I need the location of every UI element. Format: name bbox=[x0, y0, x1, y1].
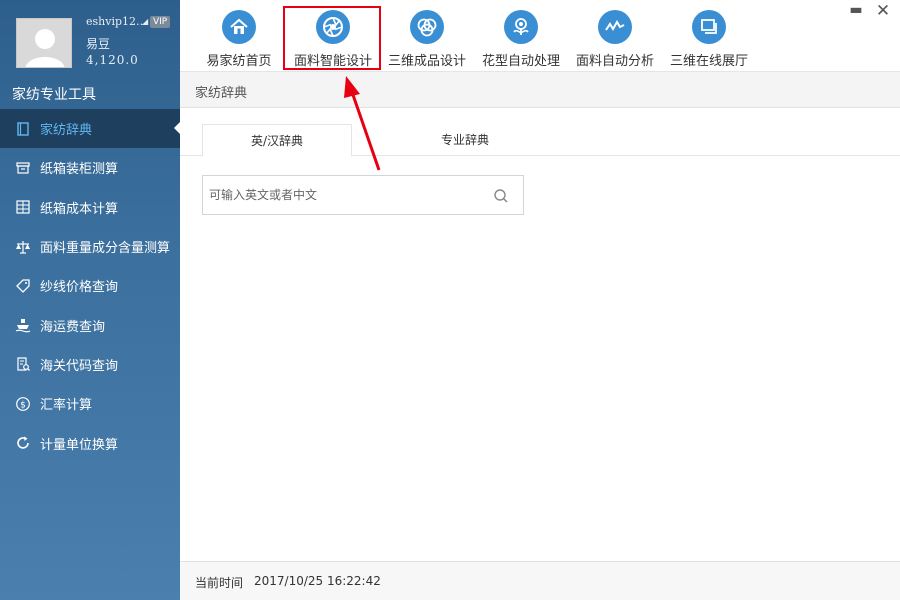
vip-badge: VIP bbox=[150, 16, 171, 28]
toolbar-item-home[interactable]: 易家纺首页 bbox=[202, 0, 276, 72]
sidebar-item-label: 计量单位换算 bbox=[40, 437, 119, 453]
sidebar-item-carton-container[interactable]: 纸箱装柜测算 bbox=[0, 148, 180, 187]
minimize-button[interactable]: ▬ bbox=[848, 2, 864, 18]
sidebar-item-label: 面料重量成分含量测算 bbox=[40, 241, 171, 257]
user-silhouette-icon bbox=[17, 19, 71, 67]
chevron-down-icon[interactable]: ◢ bbox=[142, 17, 148, 26]
flower-icon bbox=[504, 10, 538, 44]
points-value: 4,120.0 bbox=[86, 53, 139, 67]
home-icon bbox=[222, 10, 256, 44]
toolbar-item-label: 三维在线展厅 bbox=[669, 54, 748, 69]
sidebar-item-label: 家纺辞典 bbox=[40, 123, 93, 139]
document-search-icon bbox=[14, 356, 32, 372]
status-bar: 当前时间 2017/10/25 16:22:42 bbox=[180, 561, 900, 600]
toolbar-item-label: 花型自动处理 bbox=[481, 54, 560, 69]
sidebar-item-label: 海运费查询 bbox=[40, 319, 106, 335]
tab-en-cn-dictionary[interactable]: 英/汉辞典 bbox=[202, 124, 352, 157]
sidebar-item-shipping-fee[interactable]: 海运费查询 bbox=[0, 305, 180, 344]
toolbar-item-fabric-analysis[interactable]: 面料自动分析 bbox=[573, 0, 657, 72]
sidebar-item-label: 纸箱成本计算 bbox=[40, 201, 119, 217]
points-label: 易豆 bbox=[86, 37, 111, 51]
toolbar-item-label: 面料自动分析 bbox=[575, 54, 654, 69]
sidebar-item-label: 汇率计算 bbox=[40, 398, 93, 414]
tab-professional-dictionary[interactable]: 专业辞典 bbox=[390, 124, 540, 156]
sidebar-item-unit-conversion[interactable]: 计量单位换算 bbox=[0, 423, 180, 462]
avatar[interactable] bbox=[16, 18, 72, 68]
sidebar-item-label: 纱线价格查询 bbox=[40, 280, 119, 296]
ship-icon bbox=[14, 317, 32, 333]
dollar-icon: $ bbox=[14, 396, 32, 412]
gallery-icon bbox=[692, 10, 726, 44]
user-profile: eshvip12… ◢ VIP 易豆 4,120.0 bbox=[0, 0, 180, 80]
close-button[interactable]: ✕ bbox=[874, 2, 892, 20]
rings-icon bbox=[410, 10, 444, 44]
section-title: 家纺辞典 bbox=[195, 86, 248, 101]
sidebar-item-fabric-weight[interactable]: 面料重量成分含量测算 bbox=[0, 227, 180, 266]
current-time-value: 2017/10/25 16:22:42 bbox=[254, 574, 381, 588]
refresh-icon bbox=[14, 435, 32, 451]
search-box bbox=[202, 175, 524, 215]
search-input[interactable] bbox=[209, 176, 479, 214]
box-icon bbox=[14, 160, 32, 176]
top-toolbar: 易家纺首页 面料智能设计 三维成品设计 花型自动处理 面料自动分析 三维在线展厅 bbox=[180, 0, 900, 72]
svg-text:$: $ bbox=[20, 400, 26, 410]
tag-icon bbox=[14, 278, 32, 294]
username[interactable]: eshvip12… bbox=[86, 15, 147, 28]
sidebar-item-exchange-rate[interactable]: $ 汇率计算 bbox=[0, 384, 180, 423]
toolbar-item-pattern-process[interactable]: 花型自动处理 bbox=[479, 0, 563, 72]
sidebar-title: 家纺专业工具 bbox=[12, 87, 96, 103]
toolbar-item-fabric-design[interactable]: 面料智能设计 bbox=[291, 0, 375, 72]
aperture-icon bbox=[316, 10, 350, 44]
section-header: 家纺辞典 bbox=[180, 72, 900, 108]
book-icon bbox=[14, 121, 32, 137]
sidebar-item-label: 海关代码查询 bbox=[40, 358, 119, 374]
dictionary-tabs: 英/汉辞典 专业辞典 bbox=[180, 124, 900, 157]
toolbar-item-3d-product[interactable]: 三维成品设计 bbox=[385, 0, 469, 72]
toolbar-item-3d-gallery[interactable]: 三维在线展厅 bbox=[667, 0, 751, 72]
sidebar-nav: 家纺辞典 纸箱装柜测算 纸箱成本计算 面料重量成分含量测算 纱线价格查询 海运费… bbox=[0, 109, 180, 463]
sidebar-item-customs-code[interactable]: 海关代码查询 bbox=[0, 345, 180, 384]
sidebar-item-textile-dictionary[interactable]: 家纺辞典 bbox=[0, 109, 180, 149]
close-icon: ✕ bbox=[875, 1, 891, 21]
toolbar-item-label: 三维成品设计 bbox=[387, 54, 466, 69]
sidebar-item-carton-cost[interactable]: 纸箱成本计算 bbox=[0, 188, 180, 227]
sidebar: eshvip12… ◢ VIP 易豆 4,120.0 家纺专业工具 家纺辞典 纸… bbox=[0, 0, 180, 600]
sidebar-item-yarn-price[interactable]: 纱线价格查询 bbox=[0, 266, 180, 305]
wave-icon bbox=[598, 10, 632, 44]
search-icon[interactable] bbox=[493, 188, 509, 204]
toolbar-item-label: 面料智能设计 bbox=[293, 54, 372, 69]
current-time-label: 当前时间 bbox=[195, 576, 244, 590]
sidebar-item-label: 纸箱装柜测算 bbox=[40, 162, 119, 178]
toolbar-item-label: 易家纺首页 bbox=[206, 54, 272, 69]
scale-icon bbox=[14, 239, 32, 255]
grid-icon bbox=[14, 199, 32, 215]
